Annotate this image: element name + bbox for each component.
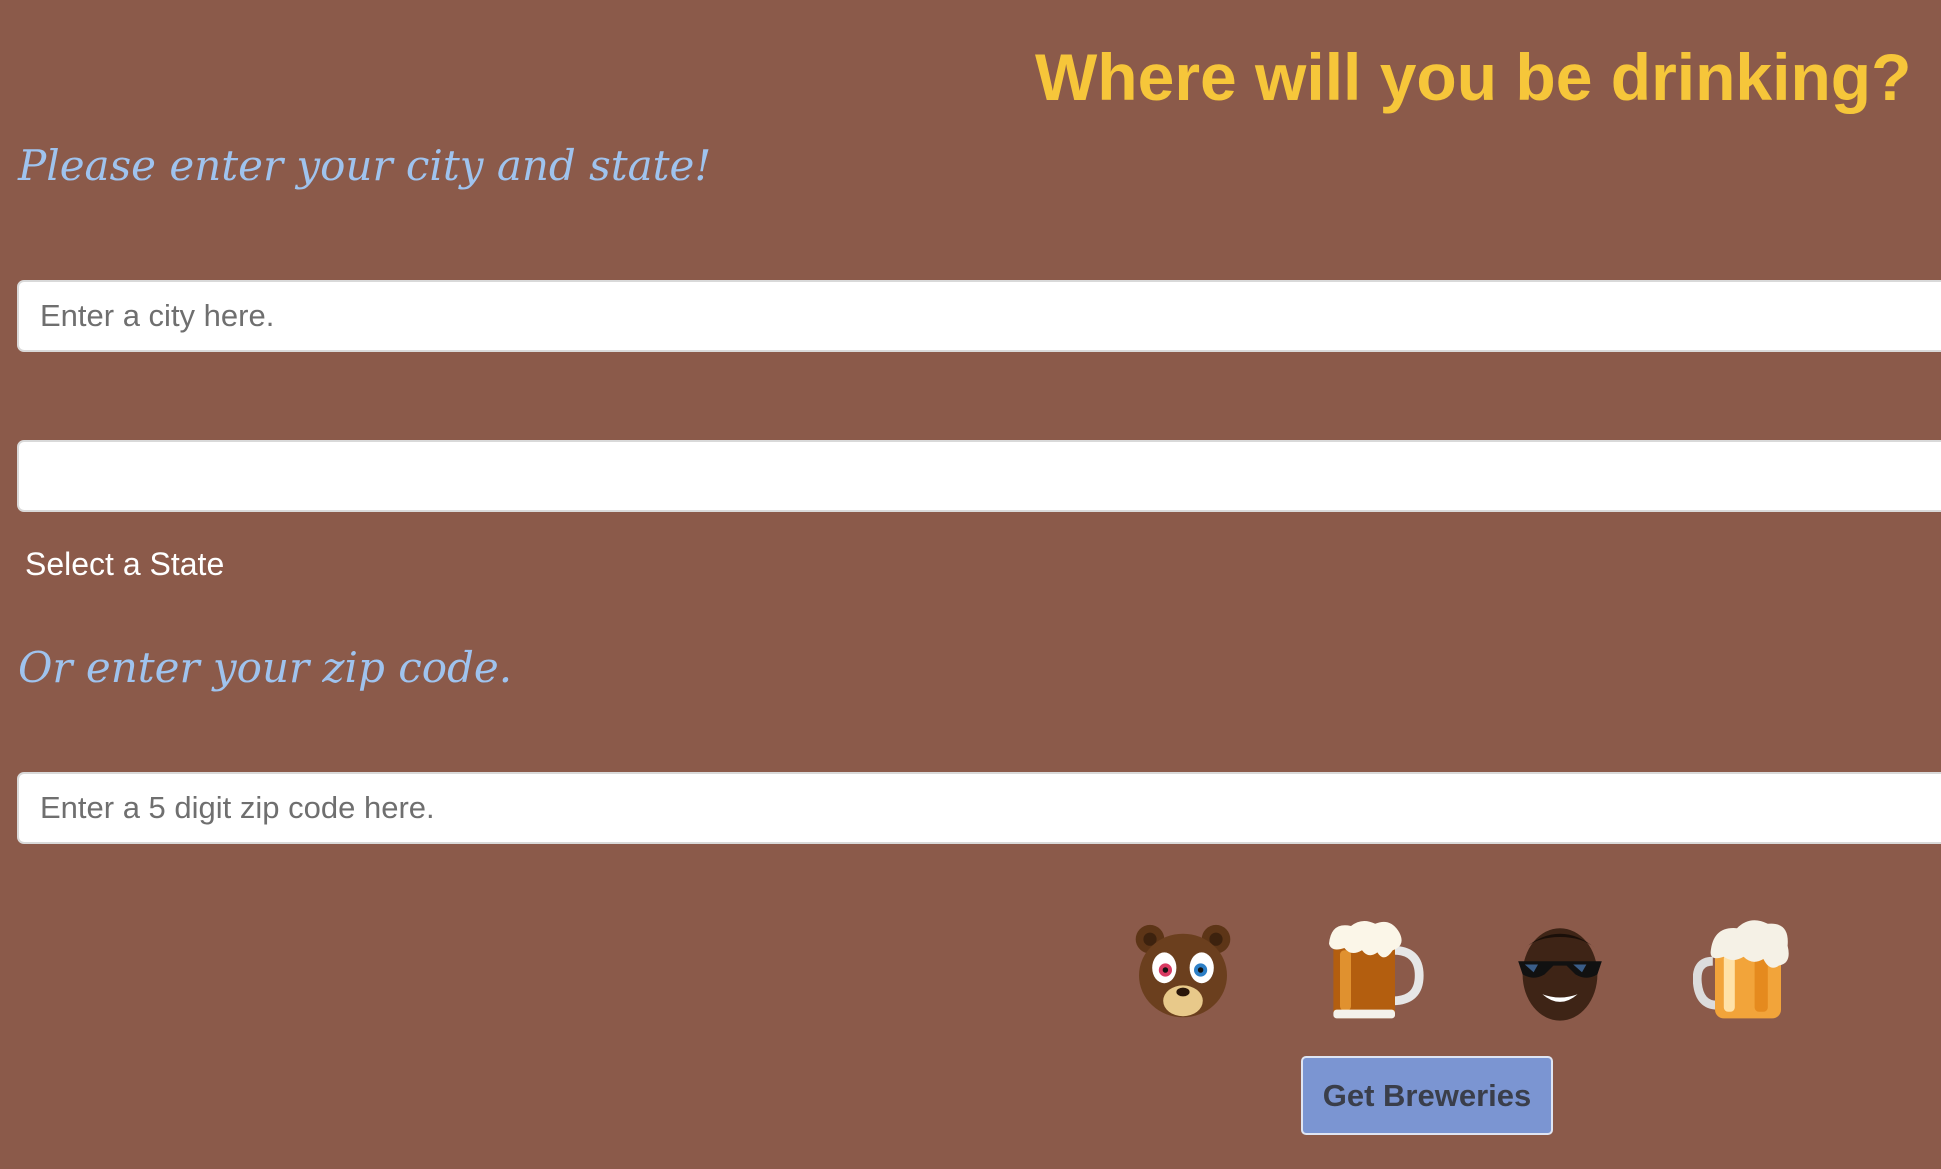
zip-input[interactable] bbox=[17, 772, 1941, 844]
bear-mascot-icon bbox=[1135, 924, 1231, 1018]
page-title: Where will you be drinking? bbox=[1035, 40, 1912, 114]
sunglasses-face-icon bbox=[1518, 928, 1602, 1021]
city-state-prompt: Please enter your city and state! bbox=[18, 141, 712, 190]
foamy-beer-mug-icon bbox=[1693, 920, 1789, 1019]
get-breweries-button[interactable]: Get Breweries bbox=[1301, 1056, 1553, 1135]
city-input[interactable] bbox=[17, 280, 1941, 352]
zip-prompt: Or enter your zip code. bbox=[18, 643, 513, 692]
beer-mug-icon bbox=[1329, 920, 1424, 1019]
state-label: Select a State bbox=[25, 546, 225, 582]
state-input[interactable] bbox=[17, 440, 1941, 512]
